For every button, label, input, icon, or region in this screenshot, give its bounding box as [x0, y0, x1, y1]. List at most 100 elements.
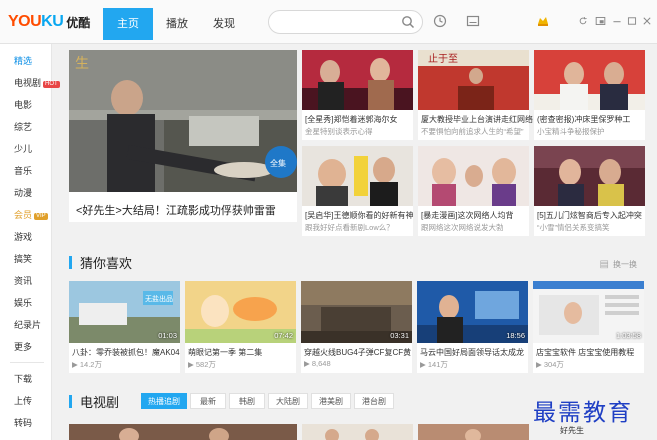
grid-subtitle: 跟网络这次网络说发大勃 — [421, 223, 504, 232]
sidebar-item-variety[interactable]: 综艺 — [14, 120, 32, 133]
video-card[interactable]: 无盐出品 01:03 八卦：零乔装被抓包！魔AK04 ▶ 14.2万 — [69, 281, 180, 373]
guess-section-title: 猜你喜欢 — [80, 255, 133, 271]
tv-section-header: 电视剧 — [69, 393, 119, 410]
sidebar-item-games[interactable]: 游戏 — [14, 230, 32, 243]
video-thumbnail[interactable]: 03:31 — [301, 281, 412, 343]
grid-subtitle: 不要惧怕向前追求人生的“希望” — [421, 127, 524, 136]
video-thumbnail[interactable]: 无盐出品 01:03 — [69, 281, 180, 343]
video-views: ▶ 14.2万 — [72, 360, 102, 369]
svg-text:无盐出品: 无盐出品 — [145, 294, 173, 303]
top-bar: YOUKU 优酷 主页 播放 发现 — [0, 0, 657, 44]
sidebar-item-featured[interactable]: 精选 — [14, 54, 32, 67]
maximize-icon[interactable] — [627, 14, 637, 28]
history-icon[interactable] — [433, 14, 447, 28]
grid-thumbnail[interactable] — [534, 146, 645, 206]
sidebar-item-anime[interactable]: 动漫 — [14, 186, 32, 199]
sidebar-item-movie[interactable]: 电影 — [14, 98, 32, 111]
video-card[interactable]: 07:42 萌眼记第一季 第二集 ▶ 582万 — [185, 281, 296, 373]
sidebar-divider — [10, 362, 44, 363]
user-avatar-icon[interactable] — [536, 14, 550, 28]
tab-discover[interactable]: 发现 — [205, 8, 243, 40]
tv-tab-hot[interactable]: 热播追剧 — [141, 393, 187, 409]
tv-thumbnail[interactable] — [418, 424, 529, 440]
grid-title[interactable]: (密查密报)冲床里保罗种工 — [537, 114, 630, 125]
grid-thumbnail[interactable]: 止于至 — [418, 50, 529, 110]
message-icon[interactable] — [466, 14, 480, 28]
mini-mode-icon[interactable] — [595, 14, 606, 28]
sidebar-item-transcode[interactable]: 转码 — [14, 416, 32, 429]
tab-home[interactable]: 主页 — [103, 8, 153, 40]
grid-thumbnail[interactable] — [302, 146, 413, 206]
sidebar-item-vip[interactable]: 会员 VIP — [14, 208, 48, 221]
tv-tab-hk-tw[interactable]: 港台剧 — [354, 393, 394, 409]
logo-cn: 优酷 — [66, 15, 91, 30]
grid-card[interactable]: [5]五儿门炫智商后专入起冲突 “小雪”情侣关系变搞笑 — [534, 146, 645, 236]
video-card[interactable]: 1:03:58 店宝宝软件 店宝宝使用教程 ▶ 304万 — [533, 281, 644, 373]
svg-text:生: 生 — [75, 56, 89, 72]
featured-title[interactable]: <好先生>大结局！江疏影成功俘获帅雷雷 — [76, 202, 276, 218]
sidebar-item-more[interactable]: 更多 — [14, 340, 32, 353]
tv-thumbnail[interactable] — [302, 424, 413, 440]
video-thumbnail[interactable]: 1:03:58 — [533, 281, 644, 343]
featured-card[interactable]: 生 全集 <好先生>大结局！江疏影成功俘获帅雷雷 — [69, 50, 297, 222]
sidebar-item-documentary[interactable]: 纪录片 — [14, 318, 41, 331]
featured-thumbnail[interactable]: 生 全集 — [69, 50, 297, 192]
grid-thumbnail[interactable] — [534, 50, 645, 110]
video-thumbnail[interactable]: 07:42 — [185, 281, 296, 343]
video-title[interactable]: 萌眼记第一季 第二集 — [188, 347, 262, 358]
grid-thumbnail[interactable] — [418, 146, 529, 206]
grid-title[interactable]: [全星秀]郑恺着迷郭海尔女 — [305, 114, 397, 125]
video-views: ▶ 8,648 — [304, 359, 331, 368]
tab-play[interactable]: 播放 — [158, 8, 196, 40]
grid-card[interactable]: [暴走漫画]这次网络人均背 跟网络这次网络说发大勃 — [418, 146, 529, 236]
video-title[interactable]: 店宝宝软件 店宝宝使用教程 — [536, 347, 634, 358]
grid-title[interactable]: [吴启华]王德顺你看的好新有神 — [305, 210, 413, 221]
refresh-button[interactable]: ▤ 换一换 — [600, 259, 637, 270]
video-card[interactable]: 18:56 马云中国好局面领导话太成龙 ▶ 141万 — [417, 281, 528, 373]
svg-text:全集: 全集 — [270, 158, 286, 168]
search-input[interactable] — [268, 10, 423, 34]
minimize-icon[interactable] — [612, 14, 622, 28]
grid-thumbnail[interactable] — [302, 50, 413, 110]
grid-subtitle: “小雪”情侣关系变搞笑 — [537, 223, 610, 232]
tv-tab-latest[interactable]: 最新 — [190, 393, 226, 409]
grid-card[interactable]: [全星秀]郑恺着迷郭海尔女 金星特别谈表示心得 — [302, 50, 413, 140]
video-title[interactable]: 马云中国好局面领导话太成龙 — [420, 347, 524, 358]
section-accent-bar — [69, 394, 72, 408]
tv-tab-hk-us[interactable]: 港美剧 — [311, 393, 351, 409]
grid-title[interactable]: 厦大教授毕业上台演讲走红网络 — [421, 114, 533, 125]
grid-card[interactable]: (密查密报)冲床里保罗种工 小宝精斗争秘报保护 — [534, 50, 645, 140]
svg-text:止于至: 止于至 — [428, 53, 458, 65]
sidebar-item-kids[interactable]: 少儿 — [14, 142, 32, 155]
sidebar-item-entertainment[interactable]: 娱乐 — [14, 296, 32, 309]
tv-thumbnail[interactable] — [69, 424, 297, 440]
tv-tab-mainland[interactable]: 大陆剧 — [268, 393, 308, 409]
video-views: ▶ 304万 — [536, 360, 564, 369]
sidebar-item-upload[interactable]: 上传 — [14, 394, 32, 407]
video-duration: 01:03 — [158, 331, 177, 340]
guess-section-header: 猜你喜欢 — [69, 254, 133, 271]
video-duration: 1:03:58 — [615, 331, 641, 340]
grid-card[interactable]: 止于至 厦大教授毕业上台演讲走红网络 不要惧怕向前追求人生的“希望” — [418, 50, 533, 140]
tv-tab-korean[interactable]: 韩剧 — [229, 393, 265, 409]
sidebar-item-news[interactable]: 资讯 — [14, 274, 32, 287]
section-accent-bar — [69, 255, 72, 269]
refresh-icon[interactable] — [578, 14, 588, 28]
search-icon[interactable] — [401, 15, 415, 29]
video-card[interactable]: 03:31 穿越火线BUG4子弹CF复CF黄 ▶ 8,648 — [301, 281, 412, 373]
sidebar-item-funny[interactable]: 搞笑 — [14, 252, 32, 265]
video-title[interactable]: 八卦：零乔装被抓包！魔AK04 — [72, 347, 180, 358]
logo-brand: YOUKU — [8, 13, 64, 30]
video-duration: 18:56 — [506, 331, 525, 340]
video-views: ▶ 582万 — [188, 360, 216, 369]
sidebar-item-music[interactable]: 音乐 — [14, 164, 32, 177]
grid-title[interactable]: [暴走漫画]这次网络人均背 — [421, 210, 513, 221]
video-views: ▶ 141万 — [420, 360, 448, 369]
close-icon[interactable] — [642, 14, 652, 28]
video-thumbnail[interactable]: 18:56 — [417, 281, 528, 343]
grid-title[interactable]: [5]五儿门炫智商后专入起冲突 — [537, 210, 642, 221]
video-title[interactable]: 穿越火线BUG4子弹CF复CF黄 — [304, 347, 411, 358]
sidebar-item-download[interactable]: 下载 — [14, 372, 32, 385]
youku-logo[interactable]: YOUKU 优酷 — [8, 12, 90, 32]
grid-card[interactable]: [吴启华]王德顺你看的好新有神 跟我好好点看新剧Low么？ — [302, 146, 413, 236]
